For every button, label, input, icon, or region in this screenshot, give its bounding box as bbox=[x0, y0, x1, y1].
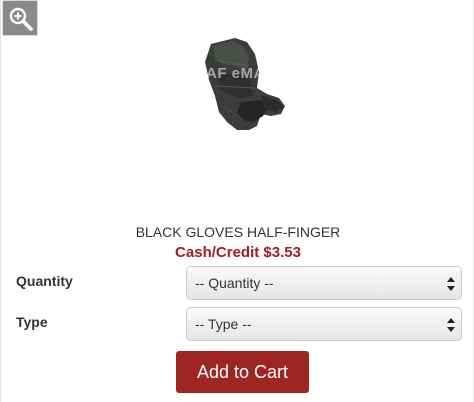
add-to-cart-button[interactable]: Add to Cart bbox=[176, 351, 309, 393]
product-price: Cash/Credit $3.53 bbox=[175, 244, 301, 261]
product-name: BLACK GLOVES HALF-FINGER bbox=[135, 224, 341, 240]
quantity-select[interactable]: -- Quantity -- bbox=[186, 266, 462, 300]
image-watermark: AF eMART bbox=[206, 65, 286, 82]
select-arrows-icon bbox=[447, 277, 455, 291]
zoom-button[interactable] bbox=[2, 0, 38, 36]
zoom-in-icon bbox=[9, 7, 33, 31]
type-select-value: -- Type -- bbox=[195, 316, 252, 332]
type-label: Type bbox=[16, 314, 48, 330]
product-panel: AF eMART BLACK GLOVES HALF-FINGER Cash/C… bbox=[0, 0, 474, 402]
type-select[interactable]: -- Type -- bbox=[186, 307, 462, 341]
product-image[interactable] bbox=[197, 36, 287, 132]
select-arrows-icon bbox=[447, 318, 455, 332]
quantity-label: Quantity bbox=[16, 273, 73, 289]
quantity-select-value: -- Quantity -- bbox=[195, 275, 274, 291]
